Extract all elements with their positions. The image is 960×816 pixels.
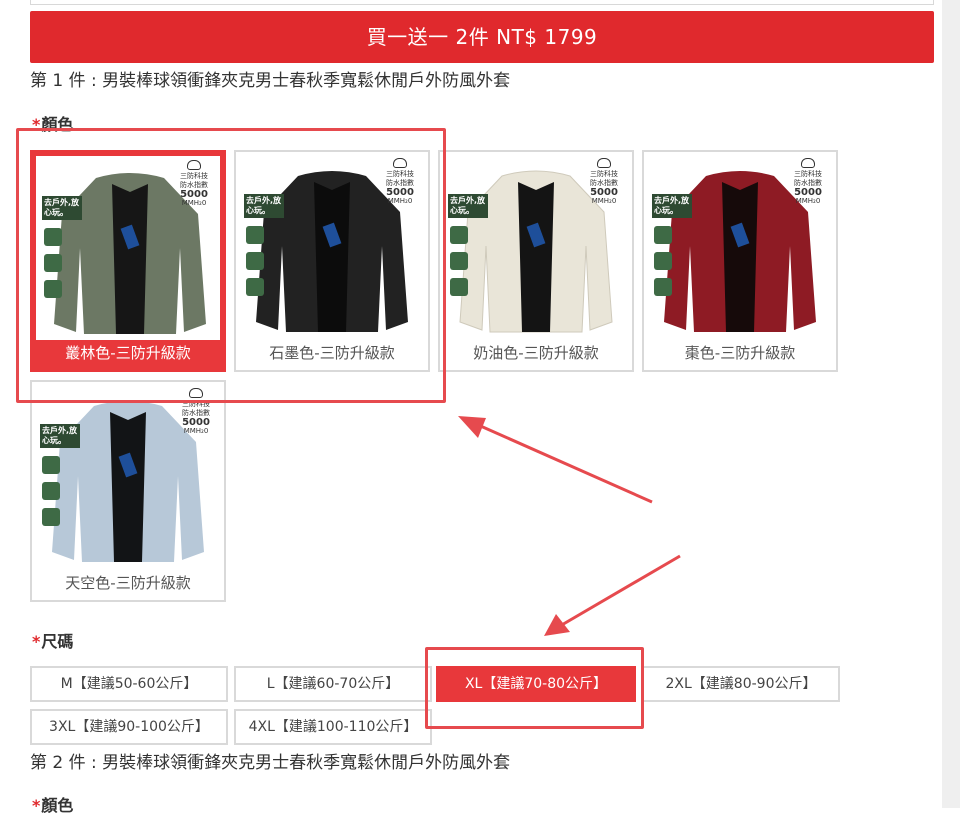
color-label: 叢林色-三防升級款 — [65, 344, 191, 362]
slogan-badge: 去戶外,放心玩。 — [244, 194, 284, 297]
cloud-icon — [801, 158, 815, 168]
arrow-to-size-head — [544, 614, 570, 636]
tech-text: 三防科技 — [794, 170, 822, 178]
slogan-badge: 去戶外,放心玩。 — [40, 424, 80, 527]
waterproof-icon — [450, 226, 468, 244]
item-2-color-section-label: *顏色 — [32, 792, 73, 816]
slogan-badge: 去戶外,放心玩。 — [652, 194, 692, 297]
waterproof-icon — [246, 226, 264, 244]
index-value: 5000 — [180, 189, 208, 200]
stain-resistant-icon — [654, 252, 672, 270]
slogan-tag: 去戶外,放心玩。 — [652, 194, 692, 218]
color-section-label: *顏色 — [32, 111, 73, 135]
size-option-xl[interactable]: XL【建議70-80公斤】 — [436, 666, 636, 702]
color-label: 棗色-三防升級款 — [684, 344, 796, 362]
color-label: 石墨色-三防升級款 — [269, 344, 395, 362]
index-unit: MMH₂0 — [181, 199, 207, 207]
required-mark: * — [32, 115, 41, 134]
required-mark: * — [32, 796, 41, 815]
size-label-text: 尺碼 — [41, 632, 74, 651]
arrow-to-color-head — [458, 416, 486, 438]
page-scrollbar-gutter — [942, 0, 960, 808]
waterproof-icon — [654, 226, 672, 244]
cloud-icon — [189, 388, 203, 398]
tech-badge: 三防科技 防水指數 5000 MMH₂0 — [380, 158, 420, 206]
slogan-badge: 去戶外,放心玩。 — [42, 196, 82, 299]
tech-text: 三防科技 — [180, 172, 208, 180]
jacket-photo-jujube: 三防科技 防水指數 5000 MMH₂0 去戶外,放心玩。 — [646, 154, 834, 340]
jacket-photo-jungle: 三防科技 防水指數 5000 MMH₂0 去戶外,放心玩。 — [36, 156, 220, 340]
stain-resistant-icon — [44, 254, 62, 272]
cloud-icon — [393, 158, 407, 168]
cloud-icon — [597, 158, 611, 168]
color-label-text: 顏色 — [41, 115, 74, 134]
required-mark: * — [32, 632, 41, 651]
color-option-cream[interactable]: 三防科技 防水指數 5000 MMH₂0 去戶外,放心玩。 奶油色-三防升級款 — [438, 150, 634, 372]
jacket-photo-sky: 三防科技 防水指數 5000 MMH₂0 去戶外,放心玩。 — [34, 384, 222, 570]
stain-resistant-icon — [42, 482, 60, 500]
waterproof-icon — [42, 456, 60, 474]
color-label-text: 顏色 — [41, 796, 74, 815]
index-unit: MMH₂0 — [591, 197, 617, 205]
tech-text: 三防科技 — [590, 170, 618, 178]
tech-badge: 三防科技 防水指數 5000 MMH₂0 — [788, 158, 828, 206]
waterproof-icon — [44, 228, 62, 246]
color-option-jungle[interactable]: 三防科技 防水指數 5000 MMH₂0 去戶外,放心玩。 叢林色-三防升級款 — [30, 150, 226, 372]
color-label: 奶油色-三防升級款 — [473, 344, 599, 362]
size-option-2xl[interactable]: 2XL【建議80-90公斤】 — [642, 666, 840, 702]
tech-text: 三防科技 — [386, 170, 414, 178]
cloud-icon — [187, 160, 201, 170]
jacket-photo-graphite: 三防科技 防水指數 5000 MMH₂0 去戶外,放心玩。 — [238, 154, 426, 340]
color-option-sky[interactable]: 三防科技 防水指數 5000 MMH₂0 去戶外,放心玩。 天空色-三防升級款 — [30, 380, 226, 602]
size-option-3xl[interactable]: 3XL【建議90-100公斤】 — [30, 709, 228, 745]
windproof-icon — [450, 278, 468, 296]
index-unit: MMH₂0 — [387, 197, 413, 205]
slogan-badge: 去戶外,放心玩。 — [448, 194, 488, 297]
color-option-jujube[interactable]: 三防科技 防水指數 5000 MMH₂0 去戶外,放心玩。 棗色-三防升級款 — [642, 150, 838, 372]
windproof-icon — [44, 280, 62, 298]
size-option-m[interactable]: M【建議50-60公斤】 — [30, 666, 228, 702]
index-value: 5000 — [590, 187, 618, 198]
color-option-graphite[interactable]: 三防科技 防水指數 5000 MMH₂0 去戶外,放心玩。 石墨色-三防升級款 — [234, 150, 430, 372]
stain-resistant-icon — [450, 252, 468, 270]
tech-text: 三防科技 — [182, 400, 210, 408]
item-1-title: 第 1 件 : 男裝棒球領衝鋒夾克男士春秋季寬鬆休閒戶外防風外套 — [30, 71, 511, 91]
slogan-tag: 去戶外,放心玩。 — [448, 194, 488, 218]
arrow-to-color-line — [475, 422, 653, 504]
index-value: 5000 — [182, 417, 210, 428]
jacket-photo-cream: 三防科技 防水指數 5000 MMH₂0 去戶外,放心玩。 — [442, 154, 630, 340]
tech-badge: 三防科技 防水指數 5000 MMH₂0 — [174, 160, 214, 208]
slogan-tag: 去戶外,放心玩。 — [244, 194, 284, 218]
windproof-icon — [654, 278, 672, 296]
index-unit: MMH₂0 — [183, 427, 209, 435]
size-section-label: *尺碼 — [32, 628, 73, 652]
color-label: 天空色-三防升級款 — [65, 574, 191, 592]
size-option-4xl[interactable]: 4XL【建議100-110公斤】 — [234, 709, 432, 745]
stain-resistant-icon — [246, 252, 264, 270]
buy-one-get-one-button[interactable]: 買一送一 2件 NT$ 1799 — [30, 11, 934, 63]
arrow-to-size-line — [559, 554, 681, 628]
index-value: 5000 — [794, 187, 822, 198]
top-field-edge — [30, 0, 934, 5]
item-2-title: 第 2 件 : 男裝棒球領衝鋒夾克男士春秋季寬鬆休閒戶外防風外套 — [30, 753, 511, 773]
slogan-tag: 去戶外,放心玩。 — [40, 424, 80, 448]
size-option-l[interactable]: L【建議60-70公斤】 — [234, 666, 432, 702]
index-unit: MMH₂0 — [795, 197, 821, 205]
index-value: 5000 — [386, 187, 414, 198]
windproof-icon — [42, 508, 60, 526]
tech-badge: 三防科技 防水指數 5000 MMH₂0 — [176, 388, 216, 436]
windproof-icon — [246, 278, 264, 296]
tech-badge: 三防科技 防水指數 5000 MMH₂0 — [584, 158, 624, 206]
slogan-tag: 去戶外,放心玩。 — [42, 196, 82, 220]
